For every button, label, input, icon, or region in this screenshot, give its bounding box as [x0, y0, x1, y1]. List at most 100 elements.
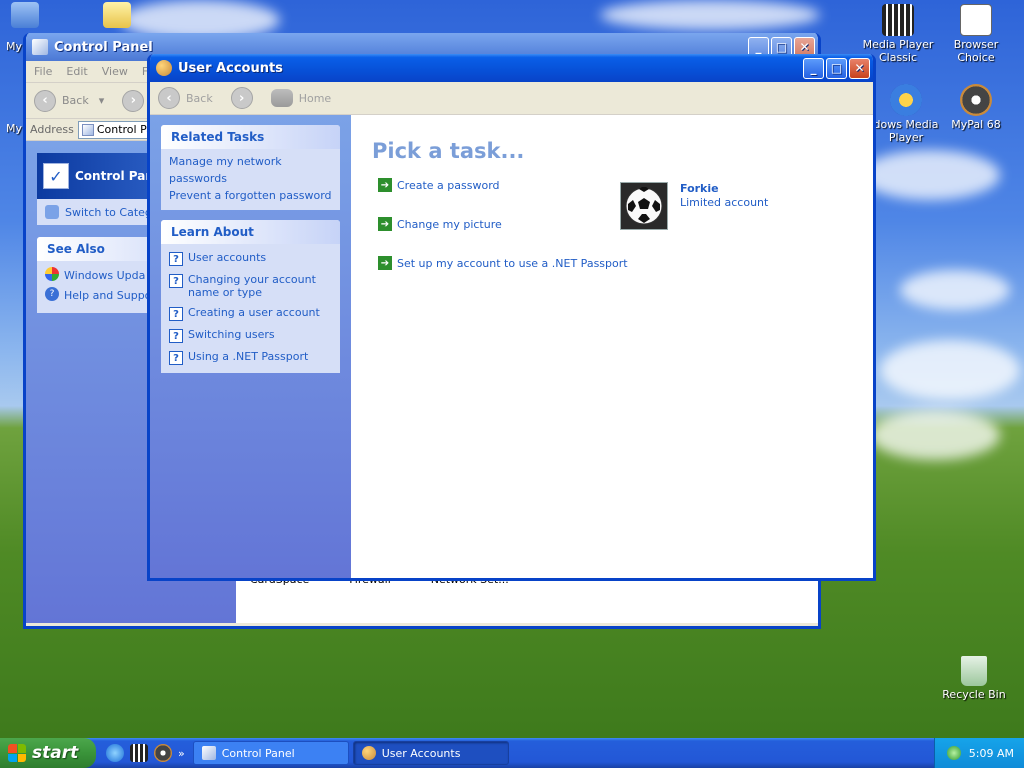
related-task-link[interactable]: Prevent a forgotten password: [169, 187, 332, 204]
desktop-icon-my-computer[interactable]: My: [0, 2, 50, 53]
my-computer-icon: [11, 2, 39, 28]
user-accounts-task-pane: Related Tasks Manage my network password…: [150, 115, 351, 578]
learn-about-item[interactable]: ? User accounts: [169, 251, 332, 266]
address-input[interactable]: Control Pa: [77, 120, 158, 139]
related-task-link[interactable]: Manage my network passwords: [169, 153, 332, 187]
learn-about-item[interactable]: ? Using a .NET Passport: [169, 350, 332, 365]
chevron-down-icon[interactable]: ▾: [99, 94, 105, 107]
learn-about-label: Switching users: [188, 328, 275, 341]
desktop-icon-label: Browser Choice: [953, 38, 999, 64]
close-button[interactable]: ✕: [849, 57, 870, 79]
start-button[interactable]: start: [0, 738, 96, 768]
account-type: Limited account: [680, 196, 769, 209]
user-accounts-titlebar[interactable]: User Accounts _ □ ✕: [150, 54, 873, 82]
desktop-icon-label: MyPal 68: [951, 118, 1001, 131]
chevron-right-icon[interactable]: »: [178, 747, 185, 760]
user-accounts-content: Pick a task... ➔ Create a password ➔ Cha…: [351, 115, 873, 578]
back-button-label[interactable]: Back: [62, 94, 89, 107]
learn-about-box: Learn About ? User accounts ? Changing y…: [161, 220, 340, 373]
help-topic-icon: ?: [169, 274, 183, 288]
learn-about-item[interactable]: ? Switching users: [169, 328, 332, 343]
desktop-icon-browser-choice[interactable]: Browser Choice: [936, 4, 1016, 64]
task-change-picture[interactable]: ➔ Change my picture: [378, 217, 502, 231]
related-tasks-header[interactable]: Related Tasks: [161, 125, 340, 149]
learn-about-label: User accounts: [188, 251, 267, 264]
user-accounts-title: User Accounts: [178, 60, 283, 76]
forward-arrow-icon[interactable]: ›: [122, 89, 145, 112]
switch-view-icon: [45, 205, 59, 219]
internet-explorer-icon[interactable]: [106, 744, 124, 762]
desktop-icon-label: Recycle Bin: [942, 688, 1006, 701]
windows-media-player-icon: [890, 84, 922, 116]
learn-about-label: Using a .NET Passport: [188, 350, 309, 363]
minimize-button[interactable]: _: [803, 57, 824, 79]
user-accounts-icon: [156, 60, 172, 76]
related-tasks-box: Related Tasks Manage my network password…: [161, 125, 340, 210]
control-panel-title: Control Panel: [54, 39, 153, 55]
control-panel-icon: [32, 39, 48, 55]
taskbar-button-control-panel[interactable]: Control Panel: [192, 741, 349, 765]
desktop-icon-windows-media-player[interactable]: dows Media Player: [870, 84, 942, 144]
home-icon[interactable]: [270, 89, 293, 107]
recycle-bin-icon: [961, 656, 987, 686]
desktop-icon-recycle-bin[interactable]: Recycle Bin: [936, 656, 1012, 701]
learn-about-label: Creating a user account: [188, 306, 320, 319]
user-accounts-toolbar: ‹ Back › Home: [150, 82, 873, 115]
user-accounts-icon: [361, 746, 376, 760]
learn-about-item[interactable]: ? Creating a user account: [169, 306, 332, 321]
cloud: [900, 270, 1010, 310]
forward-arrow-icon[interactable]: ›: [230, 87, 253, 109]
related-tasks-list: Manage my network passwords Prevent a fo…: [161, 149, 340, 210]
soccer-ball-icon: [625, 187, 663, 225]
back-arrow-icon[interactable]: ‹: [158, 87, 180, 109]
menu-edit[interactable]: Edit: [66, 65, 87, 78]
desktop: My My Media Player Classic Browser Choic…: [0, 0, 1024, 738]
page-title: Pick a task...: [372, 139, 525, 163]
help-topic-icon: ?: [169, 329, 183, 343]
checkmark-icon: ✓: [43, 163, 69, 189]
help-topic-icon: ?: [169, 252, 183, 266]
menu-file[interactable]: File: [34, 65, 52, 78]
task-create-password[interactable]: ➔ Create a password: [378, 178, 500, 192]
user-accounts-window[interactable]: User Accounts _ □ ✕ ‹ Back › Home Relate…: [147, 54, 876, 581]
browser-choice-icon: [960, 4, 992, 36]
task-label: Change my picture: [397, 217, 502, 231]
task-label: Set up my account to use a .NET Passport: [397, 256, 628, 270]
start-label: start: [32, 743, 79, 763]
taskbar-button-user-accounts[interactable]: User Accounts: [352, 741, 509, 765]
tray-status-icon[interactable]: [946, 746, 961, 760]
media-player-classic-icon[interactable]: [130, 744, 148, 762]
green-arrow-icon: ➔: [378, 256, 392, 270]
learn-about-label: Changing your account name or type: [188, 273, 316, 299]
user-accounts-window-controls: _ □ ✕: [803, 57, 870, 79]
desktop-icon-label: dows Media Player: [873, 118, 939, 144]
back-button-label[interactable]: Back: [186, 92, 213, 105]
account-info[interactable]: Forkie Limited account: [680, 182, 768, 210]
cloud: [600, 0, 820, 30]
cloud: [880, 340, 1020, 400]
help-topic-icon: ?: [169, 351, 183, 365]
media-player-classic-icon: [882, 4, 914, 36]
menu-view[interactable]: View: [102, 65, 128, 78]
see-also-label: Help and Suppo: [64, 289, 152, 302]
home-button-label[interactable]: Home: [299, 92, 331, 105]
account-picture[interactable]: [620, 182, 668, 230]
task-setup-passport[interactable]: ➔ Set up my account to use a .NET Passpo…: [378, 256, 628, 270]
maximize-button[interactable]: □: [826, 57, 847, 79]
mypal-icon[interactable]: [154, 744, 172, 762]
task-label: Create a password: [397, 178, 500, 192]
learn-about-list: ? User accounts ? Changing your account …: [161, 244, 340, 373]
windows-flag-icon: [8, 744, 26, 762]
control-panel-icon: [81, 123, 94, 136]
desktop-icon-mypal[interactable]: MyPal 68: [940, 84, 1012, 131]
learn-about-item[interactable]: ? Changing your account name or type: [169, 273, 332, 299]
learn-about-header[interactable]: Learn About: [161, 220, 340, 244]
control-panel-icon: [201, 746, 216, 760]
taskbar-button-label: Control Panel: [221, 746, 295, 760]
green-arrow-icon: ➔: [378, 217, 392, 231]
quick-launch: »: [96, 744, 193, 762]
clock[interactable]: 5:09 AM: [969, 747, 1014, 760]
desktop-icon-my-documents[interactable]: [100, 2, 134, 30]
green-arrow-icon: ➔: [378, 178, 392, 192]
back-arrow-icon[interactable]: ‹: [34, 89, 56, 112]
